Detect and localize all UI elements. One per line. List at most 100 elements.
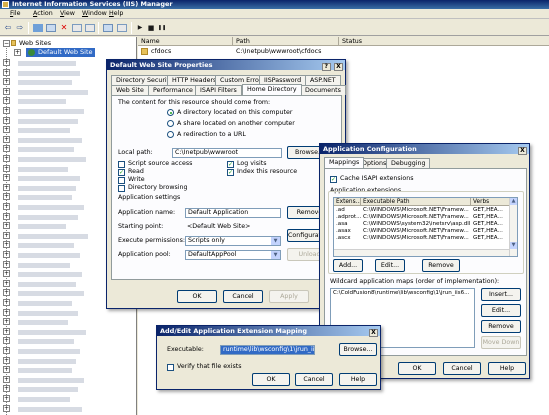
radio-local-directory-label[interactable]: A directory located on this computer bbox=[177, 109, 292, 117]
extension-cell-path[interactable]: C:\WINDOWS\Microsoft.NET\Framew... bbox=[361, 207, 471, 214]
app-pool-select[interactable]: DefaultAppPool bbox=[185, 250, 281, 260]
extension-cell-verbs[interactable]: GET,HEA... bbox=[471, 221, 511, 228]
expand-toggle[interactable]: + bbox=[3, 289, 10, 297]
tree-item[interactable] bbox=[18, 224, 66, 230]
expand-toggle[interactable]: + bbox=[3, 126, 10, 134]
expand-toggle[interactable]: + bbox=[3, 231, 10, 239]
collapse-toggle[interactable]: − bbox=[3, 40, 10, 47]
column-header-path[interactable]: Path bbox=[233, 37, 339, 46]
tree-item-default-web-site[interactable]: Default Web Site bbox=[26, 48, 95, 57]
tree-item[interactable] bbox=[18, 176, 80, 182]
ext-col-header[interactable]: Extens... bbox=[334, 198, 361, 206]
exec-permissions-select[interactable]: Scripts only bbox=[185, 236, 281, 246]
tree-item[interactable] bbox=[18, 61, 76, 66]
tree-item[interactable] bbox=[18, 137, 82, 143]
tree-item[interactable] bbox=[18, 80, 72, 86]
expand-toggle[interactable]: + bbox=[3, 299, 10, 306]
extension-cell-path[interactable]: C:\WINDOWS\Microsoft.NET\Framew... bbox=[361, 214, 471, 221]
tab-documents[interactable]: Documents bbox=[300, 85, 346, 95]
add-extension-button[interactable]: Add... bbox=[333, 259, 363, 272]
app-name-field[interactable]: Default Application bbox=[185, 208, 281, 218]
tree-item[interactable] bbox=[18, 281, 76, 287]
expand-toggle[interactable]: + bbox=[3, 404, 10, 412]
ok-button[interactable]: OK bbox=[177, 290, 217, 303]
tab-debugging[interactable]: Debugging bbox=[386, 158, 431, 168]
cancel-button[interactable]: Cancel bbox=[295, 373, 333, 386]
expand-toggle[interactable]: + bbox=[3, 174, 10, 182]
menu-help[interactable]: Help bbox=[109, 10, 123, 18]
extension-cell-path[interactable]: C:\WINDOWS\Microsoft.NET\Framew... bbox=[361, 228, 471, 235]
cache-isapi-label[interactable]: Cache ISAPI extensions bbox=[340, 175, 414, 183]
expand-toggle[interactable]: + bbox=[3, 155, 10, 162]
log-visits-label[interactable]: Log visits bbox=[237, 160, 267, 168]
tree-item[interactable] bbox=[18, 166, 68, 172]
tree-item[interactable] bbox=[18, 291, 84, 297]
expand-toggle[interactable]: + bbox=[3, 366, 10, 374]
column-header-name[interactable]: Name bbox=[138, 37, 233, 46]
insert-button[interactable]: Insert... bbox=[481, 288, 521, 301]
apply-button[interactable]: Apply bbox=[269, 290, 309, 303]
extension-cell-ext[interactable]: .adprot... bbox=[334, 214, 361, 221]
expand-toggle[interactable]: + bbox=[3, 97, 10, 105]
menu-view[interactable]: View bbox=[60, 10, 75, 18]
radio-network-share-label[interactable]: A share located on another computer bbox=[177, 120, 295, 128]
expand-toggle[interactable]: + bbox=[3, 164, 10, 172]
ok-button[interactable]: OK bbox=[398, 362, 436, 375]
delete-icon[interactable]: ✕ bbox=[59, 23, 69, 33]
verify-file-checkbox[interactable] bbox=[167, 364, 174, 371]
tree-item[interactable] bbox=[18, 262, 70, 268]
tree-item[interactable] bbox=[18, 243, 74, 249]
directory-browsing-checkbox[interactable] bbox=[118, 185, 125, 192]
scroll-up-icon[interactable]: ▲ bbox=[510, 198, 517, 205]
browse-executable-button[interactable]: Browse... bbox=[339, 343, 377, 356]
tree-item[interactable] bbox=[18, 89, 88, 95]
executable-field[interactable]: runtime\lib\wsconfig\1\jrun_iis6_wildcar… bbox=[220, 345, 315, 355]
tree-item[interactable] bbox=[18, 205, 84, 210]
expand-toggle[interactable]: + bbox=[14, 49, 21, 56]
path-col-header[interactable]: Executable Path bbox=[361, 198, 471, 206]
expand-toggle[interactable]: + bbox=[3, 251, 10, 258]
extension-cell-ext[interactable]: .ascx bbox=[334, 235, 361, 242]
tree-item[interactable] bbox=[18, 128, 70, 134]
column-header-status[interactable]: Status bbox=[339, 37, 549, 46]
verify-file-label[interactable]: Verify that file exists bbox=[177, 363, 242, 371]
tree-item[interactable] bbox=[18, 147, 74, 153]
extension-cell-verbs[interactable]: GET,HEA... bbox=[471, 235, 511, 242]
wildcard-map-item[interactable]: C:\ColdFusion8\runtime\lib\wsconfig\1\jr… bbox=[331, 290, 471, 297]
expand-toggle[interactable]: + bbox=[3, 68, 10, 76]
verbs-col-header[interactable]: Verbs bbox=[471, 198, 511, 206]
tree-item[interactable] bbox=[18, 195, 72, 201]
table-vertical-scrollbar[interactable]: ▲ ▼ bbox=[509, 198, 517, 256]
tree-item[interactable] bbox=[18, 157, 86, 162]
expand-toggle[interactable]: + bbox=[3, 327, 10, 335]
help-icon[interactable] bbox=[103, 24, 113, 32]
scroll-down-icon[interactable]: ▼ bbox=[510, 242, 517, 249]
extension-cell-verbs[interactable]: GET,HEA... bbox=[471, 214, 511, 221]
extension-cell-ext[interactable]: .asax bbox=[334, 228, 361, 235]
script-source-checkbox[interactable] bbox=[118, 161, 125, 168]
tree-item[interactable] bbox=[18, 406, 82, 412]
log-visits-checkbox[interactable]: ✓ bbox=[227, 161, 234, 168]
expand-toggle[interactable]: + bbox=[3, 356, 10, 364]
expand-toggle[interactable]: + bbox=[3, 241, 10, 249]
tree-item[interactable] bbox=[18, 70, 80, 76]
expand-toggle[interactable]: + bbox=[3, 337, 10, 345]
expand-toggle[interactable]: + bbox=[3, 107, 10, 114]
script-source-label[interactable]: Script source access bbox=[128, 160, 192, 168]
read-checkbox[interactable]: ✓ bbox=[118, 169, 125, 176]
read-label[interactable]: Read bbox=[128, 168, 144, 176]
expand-toggle[interactable]: + bbox=[3, 135, 10, 143]
tab-web-site[interactable]: Web Site bbox=[111, 85, 149, 95]
index-resource-label[interactable]: Index this resource bbox=[237, 168, 297, 176]
radio-local-directory[interactable] bbox=[167, 109, 174, 116]
tree-item[interactable] bbox=[18, 253, 80, 258]
tab-http-headers[interactable]: HTTP Headers bbox=[167, 75, 222, 85]
tree-item[interactable] bbox=[18, 387, 78, 393]
write-checkbox[interactable] bbox=[118, 177, 125, 184]
extensions-table[interactable]: Extens... Executable Path Verbs .ad C:\WI… bbox=[333, 197, 518, 257]
radio-redirect-url-label[interactable]: A redirection to a URL bbox=[177, 131, 246, 139]
refresh-icon[interactable] bbox=[72, 24, 82, 32]
stop-icon[interactable]: ■ bbox=[146, 23, 156, 33]
expand-toggle[interactable]: + bbox=[3, 193, 10, 201]
expand-toggle[interactable]: + bbox=[3, 385, 10, 393]
